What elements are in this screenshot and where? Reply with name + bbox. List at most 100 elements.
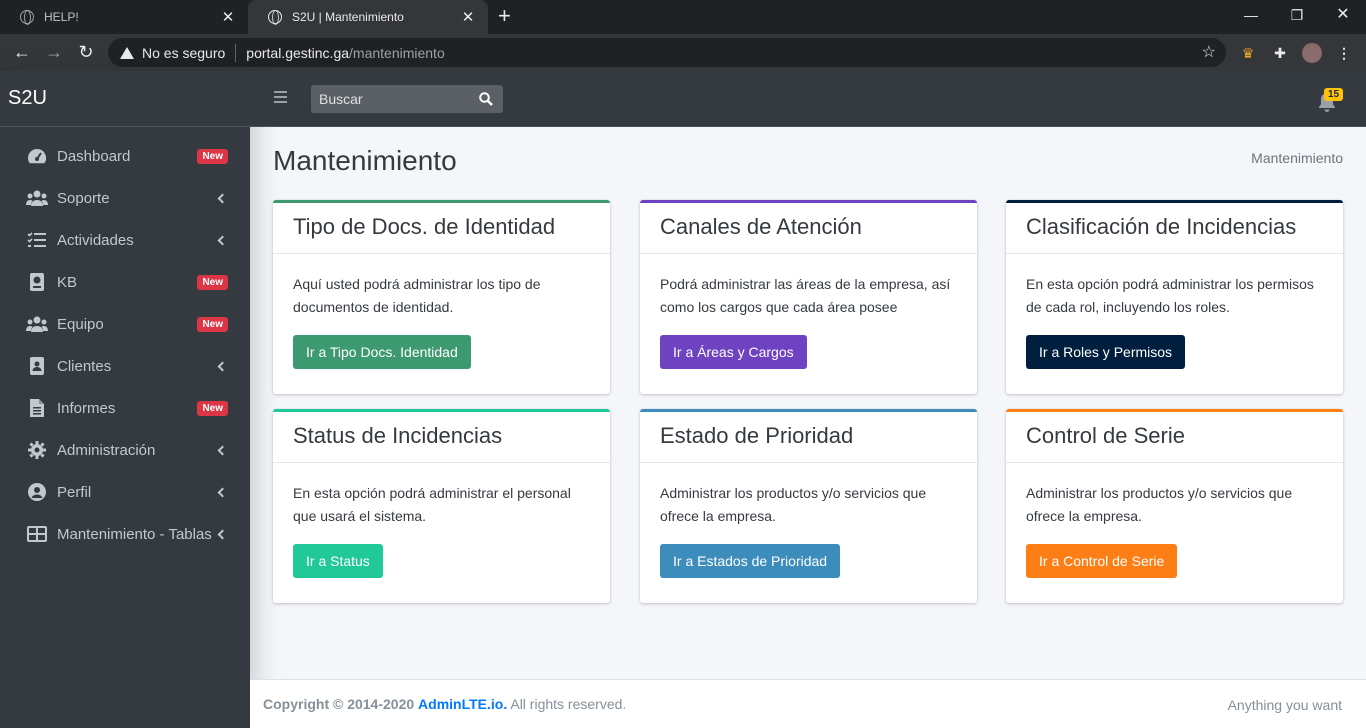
bookmark-star-icon[interactable]: ☆ [1202, 42, 1216, 62]
warning-icon [120, 46, 134, 59]
sidebar-item-label: Informes [57, 399, 116, 417]
card-title: Control de Serie [1026, 423, 1185, 448]
reload-icon[interactable]: ↻ [75, 41, 97, 63]
card-title: Canales de Atención [660, 214, 862, 239]
card-text: Administrar los productos y/o servicios … [660, 485, 927, 524]
close-tab-icon[interactable]: ✕ [220, 8, 236, 26]
chevron-left-icon [217, 235, 228, 245]
rights-text: All rights reserved. [510, 696, 627, 712]
card-action-button[interactable]: Ir a Roles y Permisos [1026, 335, 1186, 369]
card-title: Estado de Prioridad [660, 423, 854, 448]
chevron-left-icon [217, 361, 228, 371]
sidebar-item-informes[interactable]: Informes New [0, 387, 250, 429]
card-text: Administrar los productos y/o servicios … [1026, 485, 1293, 524]
crown-extension-icon[interactable]: ♛ [1238, 43, 1258, 63]
table-icon [26, 525, 48, 543]
card-header: Clasificación de Incidencias [1006, 203, 1343, 254]
forward-icon[interactable]: → [43, 41, 65, 63]
url-path: /mantenimiento [349, 44, 445, 61]
sidebar-item-label: Perfil [57, 483, 92, 501]
top-navbar: 15 [250, 71, 1366, 127]
search-input[interactable] [311, 91, 471, 107]
adminlte-link[interactable]: AdminLTE.io. [418, 696, 507, 712]
card-body: Podrá administrar las áreas de la empres… [640, 254, 977, 388]
sidebar-item-label: Mantenimiento - Tablas [57, 525, 212, 543]
new-tab-button[interactable]: + [498, 5, 511, 27]
card-text: En esta opción podrá administrar los per… [1026, 276, 1314, 315]
card-body: En esta opción podrá administrar el pers… [273, 463, 610, 597]
profile-avatar[interactable] [1302, 43, 1322, 63]
sidebar-item-label: Actividades [57, 231, 134, 249]
chevron-left-icon [217, 193, 228, 203]
globe-icon [20, 10, 34, 25]
gear-icon [26, 441, 48, 459]
card-header: Control de Serie [1006, 412, 1343, 463]
card-action-button[interactable]: Ir a Estados de Prioridad [660, 544, 841, 578]
card-canales-atencion: Canales de Atención Podrá administrar la… [640, 200, 977, 394]
team-icon [26, 315, 48, 333]
chevron-left-icon [217, 445, 228, 455]
card-status-incidencias: Status de Incidencias En esta opción pod… [273, 409, 610, 603]
card-text: En esta opción podrá administrar el pers… [293, 485, 571, 524]
card-tipo-docs: Tipo de Docs. de Identidad Aquí usted po… [273, 200, 610, 394]
restore-icon[interactable]: ❐ [1274, 0, 1320, 30]
chevron-left-icon [217, 487, 228, 497]
card-text: Podrá administrar las áreas de la empres… [660, 276, 951, 315]
new-badge: New [197, 148, 228, 164]
sidebar-item-administracion[interactable]: Administración [0, 429, 250, 471]
new-badge: New [197, 274, 228, 290]
card-header: Status de Incidencias [273, 412, 610, 463]
brand-logo[interactable]: S2U [0, 71, 250, 127]
sidebar-item-perfil[interactable]: Perfil [0, 471, 250, 513]
sidebar-item-mantenimiento-tablas[interactable]: Mantenimiento - Tablas [0, 513, 250, 555]
sidebar: S2U Dashboard New Soporte Actividades KB… [0, 71, 250, 728]
card-action-button[interactable]: Ir a Status [293, 544, 383, 578]
minimize-icon[interactable]: — [1228, 0, 1274, 30]
breadcrumb[interactable]: Mantenimiento [1251, 150, 1343, 166]
browser-tab-help[interactable]: HELP! ✕ [0, 0, 248, 34]
card-action-button[interactable]: Ir a Tipo Docs. Identidad [293, 335, 471, 369]
card-text: Aquí usted podrá administrar los tipo de… [293, 276, 541, 315]
sidebar-item-equipo[interactable]: Equipo New [0, 303, 250, 345]
card-action-button[interactable]: Ir a Control de Serie [1026, 544, 1178, 578]
footer-right-text: Anything you want [1227, 697, 1342, 713]
globe-icon [268, 10, 282, 25]
search-form [311, 85, 503, 113]
sidebar-item-dashboard[interactable]: Dashboard New [0, 135, 250, 177]
hamburger-menu-icon[interactable] [274, 91, 287, 103]
browser-tabstrip: HELP! ✕ S2U | Mantenimiento ✕ + — ❐ ✕ [0, 0, 1366, 34]
chevron-left-icon [217, 529, 228, 539]
card-body: Administrar los productos y/o servicios … [640, 463, 977, 597]
tab-title: S2U | Mantenimiento [292, 10, 404, 24]
search-button[interactable] [471, 85, 501, 113]
sidebar-item-label: Clientes [57, 357, 112, 375]
browser-tab-mantenimiento[interactable]: S2U | Mantenimiento ✕ [248, 0, 488, 34]
sidebar-item-clientes[interactable]: Clientes [0, 345, 250, 387]
tab-title: HELP! [44, 10, 79, 24]
security-label: No es seguro [142, 44, 226, 61]
puzzle-extension-icon[interactable]: ✚ [1270, 43, 1290, 63]
menu-kebab-icon[interactable]: ⋮ [1334, 43, 1354, 63]
new-badge: New [197, 400, 228, 416]
book-icon [26, 273, 48, 291]
tasks-icon [26, 231, 48, 249]
sidebar-item-label: Soporte [57, 189, 110, 207]
card-title: Tipo de Docs. de Identidad [293, 214, 556, 239]
address-book-icon [26, 357, 48, 375]
card-header: Tipo de Docs. de Identidad [273, 203, 610, 254]
card-header: Estado de Prioridad [640, 412, 977, 463]
card-action-button[interactable]: Ir a Áreas y Cargos [660, 335, 807, 369]
address-bar[interactable]: No es seguro portal.gestinc.ga/mantenimi… [108, 38, 1226, 67]
sidebar-item-label: Equipo [57, 315, 104, 333]
close-window-icon[interactable]: ✕ [1320, 0, 1366, 30]
file-icon [26, 399, 48, 417]
sidebar-item-soporte[interactable]: Soporte [0, 177, 250, 219]
sidebar-item-actividades[interactable]: Actividades [0, 219, 250, 261]
sidebar-item-kb[interactable]: KB New [0, 261, 250, 303]
sidebar-item-label: KB [57, 273, 78, 291]
divider [235, 43, 237, 62]
card-body: Administrar los productos y/o servicios … [1006, 463, 1343, 597]
close-tab-icon[interactable]: ✕ [460, 8, 476, 26]
back-icon[interactable]: ← [11, 41, 33, 63]
notifications-count-badge: 15 [1324, 88, 1344, 101]
